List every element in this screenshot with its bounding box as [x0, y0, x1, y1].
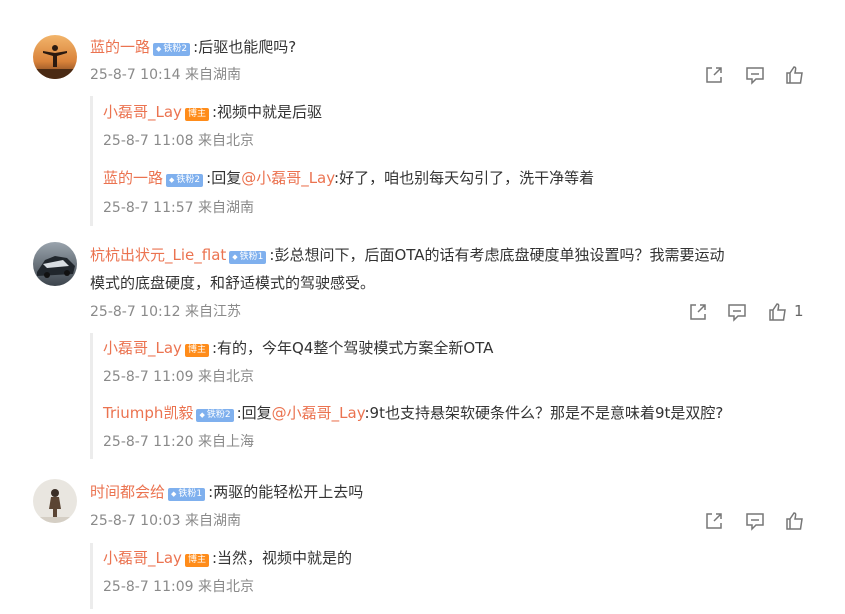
author-badge: 博主	[184, 554, 209, 567]
comment-meta: 25-8-7 10:14 来自湖南	[90, 67, 241, 83]
reply-text: :9t也支持悬架软硬条件么？那是不是意味着9t是双腔?	[364, 404, 724, 422]
reply-text: :视频中就是后驱	[211, 103, 323, 121]
comment-meta: 25-8-7 10:12 来自江苏	[90, 304, 241, 320]
comment-3: 时间都会给 ◆ 铁粉1:两驱的能轻松开上去吗 25-8-7 10:03 来自湖南 小…	[0, 465, 845, 614]
comment-text: :彭总想问下，后面OTA的话有考虑底盘硬度单独设置吗？我需要运动	[269, 246, 725, 264]
fan-badge: ◆ 铁粉1	[168, 488, 206, 501]
share-icon	[706, 513, 722, 529]
share-button[interactable]	[703, 64, 725, 86]
comment-text: :两驱的能轻松开上去吗	[208, 483, 364, 501]
share-button[interactable]	[703, 510, 725, 532]
comment-2: 杭杭出状元_Lie_flat ◆ 铁粉1:彭总想问下，后面OTA的话有考虑底盘硬度单…	[0, 225, 845, 465]
like-button[interactable]	[767, 301, 789, 323]
reply-body: 小磊哥_Lay 博主:视频中就是后驱	[103, 102, 322, 122]
comment-text: :后驱也能爬吗?	[193, 38, 297, 56]
share-icon	[706, 67, 722, 83]
username[interactable]: Triumph凯毅	[103, 404, 193, 422]
fan-badge: ◆ 铁粉2	[196, 409, 234, 422]
username[interactable]: 杭杭出状元_Lie_flat	[90, 246, 226, 264]
mention-link[interactable]: @小磊哥_Lay	[272, 404, 365, 422]
comment-button[interactable]	[744, 510, 766, 532]
like-count: 1	[794, 302, 804, 320]
diamond-icon: ◆	[232, 253, 238, 261]
reply-body: 蓝的一路 ◆ 铁粉2:回复@小磊哥_Lay:好了，咱也别每天勾引了，洗干净等着	[103, 168, 594, 188]
reply-body: 小磊哥_Lay 博主:有的，今年Q4整个驾驶模式方案全新OTA	[103, 338, 493, 358]
reply-prefix: :回复	[206, 169, 242, 187]
fan-badge: ◆ 铁粉2	[153, 43, 191, 56]
like-button[interactable]	[784, 510, 806, 532]
like-icon	[769, 303, 786, 321]
like-icon	[786, 512, 803, 530]
username[interactable]: 蓝的一路	[103, 169, 163, 187]
mention-link[interactable]: @小磊哥_Lay	[241, 169, 334, 187]
avatar[interactable]	[33, 479, 77, 523]
reply-text: :有的，今年Q4整个驾驶模式方案全新OTA	[211, 339, 494, 357]
fan-badge: ◆ 铁粉2	[166, 174, 204, 187]
comment-meta: 25-8-7 10:03 来自湖南	[90, 513, 241, 529]
comment-actions	[700, 64, 820, 86]
reply-meta: 25-8-7 11:20 来自上海	[103, 434, 254, 450]
reply-body: Triumph凯毅 ◆ 铁粉2:回复@小磊哥_Lay:9t也支持悬架软硬条件么？那是…	[103, 403, 723, 423]
diamond-icon: ◆	[156, 45, 162, 53]
comment-body: 蓝的一路 ◆ 铁粉2:后驱也能爬吗?	[90, 37, 296, 57]
reply-body: 小磊哥_Lay 博主:当然，视频中就是的	[103, 548, 352, 568]
reply-list: 小磊哥_Lay 博主:有的，今年Q4整个驾驶模式方案全新OTA 25-8-7 11…	[90, 333, 833, 459]
reply-list: 小磊哥_Lay 博主:视频中就是后驱 25-8-7 11:08 来自北京 蓝的一路…	[90, 96, 833, 226]
reply-prefix: :回复	[236, 404, 272, 422]
reply-text: :当然，视频中就是的	[211, 549, 353, 567]
share-button[interactable]	[687, 301, 709, 323]
comment-1: 蓝的一路 ◆ 铁粉2:后驱也能爬吗? 25-8-7 10:14 来自湖南 小磊哥_L…	[0, 0, 845, 226]
diamond-icon: ◆	[199, 411, 205, 419]
share-icon	[690, 304, 706, 320]
username[interactable]: 小磊哥_Lay	[103, 339, 182, 357]
avatar[interactable]	[33, 35, 77, 79]
comment-actions: 1	[684, 301, 824, 323]
avatar[interactable]	[33, 242, 77, 286]
comment-text-continued: 模式的底盘硬度，和舒适模式的驾驶感受。	[90, 274, 376, 292]
username[interactable]: 蓝的一路	[90, 38, 150, 56]
comment-actions	[700, 510, 820, 532]
diamond-icon: ◆	[169, 176, 175, 184]
reply-meta: 25-8-7 11:09 来自北京	[103, 579, 254, 595]
comment-button[interactable]	[744, 64, 766, 86]
reply-meta: 25-8-7 11:09 来自北京	[103, 369, 254, 385]
reply-text: :好了，咱也别每天勾引了，洗干净等着	[334, 169, 595, 187]
like-icon	[786, 66, 803, 84]
comment-button[interactable]	[726, 301, 748, 323]
reply-meta: 25-8-7 11:57 来自湖南	[103, 200, 254, 216]
username[interactable]: 小磊哥_Lay	[103, 103, 182, 121]
comment-body: 杭杭出状元_Lie_flat ◆ 铁粉1:彭总想问下，后面OTA的话有考虑底盘硬度单…	[90, 245, 725, 265]
like-button[interactable]	[784, 64, 806, 86]
fan-badge: ◆ 铁粉1	[229, 251, 267, 264]
reply-meta: 25-8-7 11:08 来自北京	[103, 133, 254, 149]
comment-icon	[746, 67, 764, 85]
author-badge: 博主	[184, 108, 209, 121]
reply-list: 小磊哥_Lay 博主:当然，视频中就是的 25-8-7 11:09 来自北京	[90, 543, 833, 609]
diamond-icon: ◆	[171, 490, 177, 498]
username[interactable]: 时间都会给	[90, 483, 165, 501]
comment-icon	[746, 513, 764, 531]
comment-body: 时间都会给 ◆ 铁粉1:两驱的能轻松开上去吗	[90, 482, 363, 502]
author-badge: 博主	[184, 344, 209, 357]
comment-icon	[728, 304, 746, 322]
username[interactable]: 小磊哥_Lay	[103, 549, 182, 567]
